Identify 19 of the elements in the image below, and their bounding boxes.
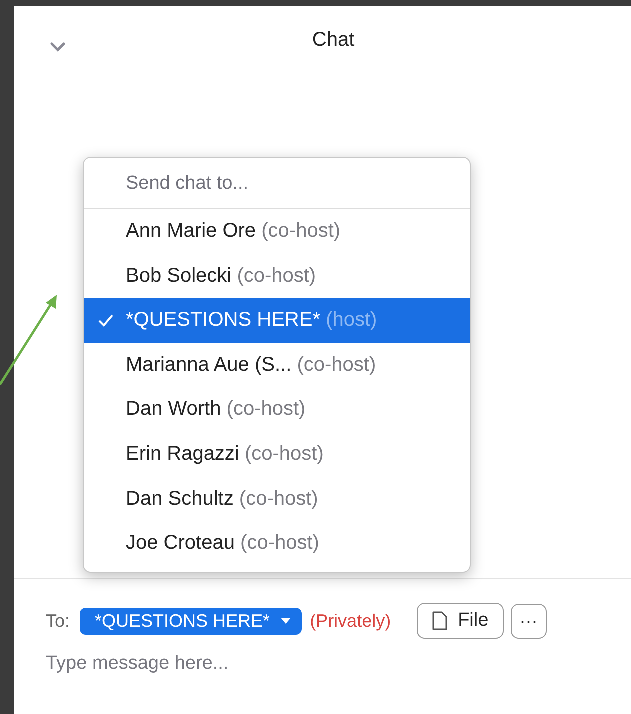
caret-icon [280, 617, 292, 625]
recipient-item[interactable]: Ann Marie Ore (co-host) [84, 209, 470, 254]
recipient-item[interactable]: Marianna Aue (S... (co-host) [84, 342, 470, 388]
recipient-item[interactable]: *QUESTIONS HERE* (host) [84, 298, 470, 343]
file-button[interactable]: File [417, 603, 504, 639]
recipient-item[interactable]: Joe Croteau (co-host) [84, 521, 470, 566]
recipient-dropdown[interactable]: *QUESTIONS HERE* [80, 608, 302, 634]
checkmark-icon [98, 314, 114, 328]
recipient-item[interactable]: Erin Ragazzi (co-host) [84, 432, 470, 477]
recipient-item[interactable]: Bob Solecki (co-host) [84, 254, 470, 298]
document-icon [432, 611, 448, 631]
chevron-down-icon[interactable] [50, 42, 66, 52]
privacy-label: (Privately) [310, 610, 392, 632]
to-label: To: [46, 610, 70, 632]
recipient-item[interactable]: Dan Schultz (co-host) [84, 476, 470, 522]
recipient-item[interactable]: Dan Worth (co-host) [84, 387, 470, 432]
menu-heading: Send chat to... [84, 158, 470, 209]
more-button[interactable]: ··· [510, 604, 547, 638]
window-title: Chat [312, 28, 355, 52]
